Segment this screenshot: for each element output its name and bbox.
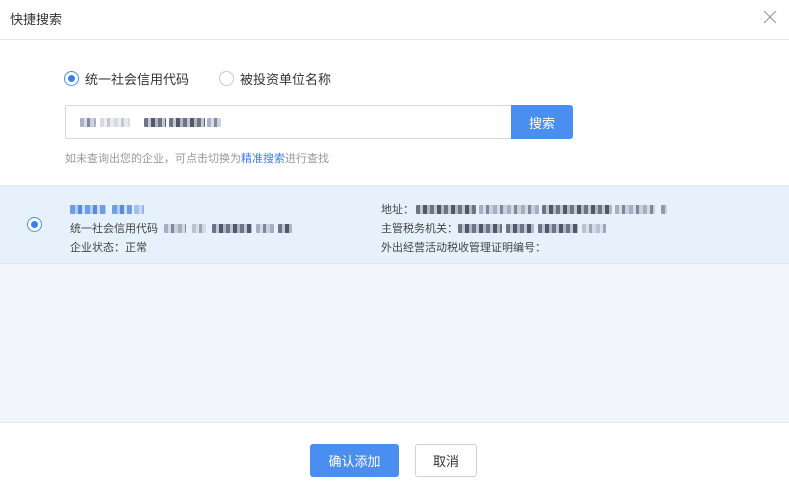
radio-option-investee-name[interactable]: 被投资单位名称 (219, 69, 331, 88)
masked-company-name (70, 205, 106, 214)
confirm-add-button[interactable]: 确认添加 (310, 444, 399, 477)
masked-company-name (134, 205, 144, 214)
dialog-header: 快捷搜索 (0, 0, 789, 40)
cancel-button[interactable]: 取消 (415, 444, 477, 477)
status-label: 企业状态： (70, 241, 125, 254)
masked-address (661, 205, 667, 214)
masked-address (479, 205, 539, 214)
masked-search-text (100, 117, 130, 127)
radio-label-credit-code: 统一社会信用代码 (85, 72, 190, 88)
credit-code-label: 统一社会信用代码 (70, 222, 158, 235)
masked-address (416, 205, 476, 214)
masked-address (542, 205, 612, 214)
masked-credit-code (256, 224, 274, 233)
radio-button-investee-name[interactable] (219, 70, 235, 86)
masked-search-text (80, 117, 96, 127)
radio-button-credit-code[interactable] (64, 70, 79, 86)
search-button[interactable]: 搜索 (511, 105, 573, 139)
masked-search-text (207, 117, 221, 127)
masked-company-name (112, 205, 132, 214)
dialog-title: 快捷搜索 (10, 13, 63, 28)
search-type-radio-group: 统一社会信用代码 被投资单位名称 (64, 68, 361, 88)
masked-address (615, 205, 655, 214)
masked-credit-code (212, 224, 252, 233)
radio-label-investee-name: 被投资单位名称 (240, 72, 332, 88)
search-results-list: 统一社会信用代码 企业状态： 正常 地址： 主管税务机关： 外出经营活动税收管理… (0, 185, 789, 423)
hint-prefix: 如未查询出您的企业，可点击切换为 (65, 152, 241, 165)
result-radio-button[interactable] (27, 217, 42, 232)
masked-tax-authority (458, 224, 502, 233)
permit-number-line: 外出经营活动税收管理证明编号： (381, 238, 667, 257)
address-line: 地址： (381, 200, 667, 219)
hint-suffix: 进行查找 (285, 152, 329, 165)
masked-credit-code (164, 224, 186, 233)
masked-search-text (169, 117, 205, 127)
radio-option-credit-code[interactable]: 统一社会信用代码 (64, 69, 189, 88)
company-status-line: 企业状态： 正常 (70, 238, 292, 257)
masked-search-text (144, 117, 166, 127)
result-row[interactable]: 统一社会信用代码 企业状态： 正常 地址： 主管税务机关： 外出经营活动税收管理… (0, 186, 789, 264)
masked-tax-authority (506, 224, 534, 233)
company-name-line (70, 200, 292, 219)
masked-credit-code (192, 224, 206, 233)
address-label: 地址： (381, 203, 414, 216)
search-hint: 如未查询出您的企业，可点击切换为精准搜索进行查找 (65, 150, 329, 166)
result-left-column: 统一社会信用代码 企业状态： 正常 (70, 200, 292, 257)
status-value: 正常 (125, 241, 147, 254)
dialog-footer: 确认添加 取消 (0, 424, 789, 494)
credit-code-line: 统一社会信用代码 (70, 219, 292, 238)
masked-credit-code (278, 224, 292, 233)
quick-search-dialog: 快捷搜索 统一社会信用代码 被投资单位名称 搜索 如未查询出您的企业，可点击切换… (0, 0, 789, 494)
search-input[interactable] (65, 105, 511, 139)
result-right-column: 地址： 主管税务机关： 外出经营活动税收管理证明编号： (381, 200, 667, 257)
permit-label: 外出经营活动税收管理证明编号： (381, 241, 546, 254)
precise-search-link[interactable]: 精准搜索 (241, 152, 285, 165)
masked-tax-authority (582, 224, 606, 233)
masked-tax-authority (538, 224, 578, 233)
tax-authority-label: 主管税务机关： (381, 222, 458, 235)
search-bar: 搜索 (65, 105, 573, 139)
close-icon[interactable] (763, 10, 777, 24)
tax-authority-line: 主管税务机关： (381, 219, 667, 238)
